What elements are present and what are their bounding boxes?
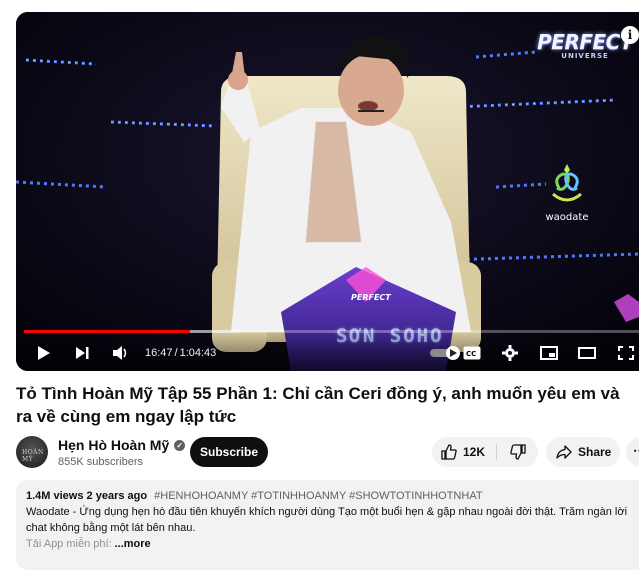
- theater-mode-button[interactable]: [577, 343, 597, 363]
- play-button[interactable]: [34, 343, 54, 363]
- svg-text:PERFECT: PERFECT: [351, 293, 391, 302]
- duration: 1:04:43: [179, 347, 217, 359]
- logo-main-text: PERFECT: [537, 30, 633, 54]
- channel-name-link[interactable]: Hẹn Hò Hoàn Mỹ ✓: [58, 437, 186, 453]
- settings-button[interactable]: [500, 343, 520, 363]
- view-count: 1.4M views: [26, 490, 84, 502]
- thumbs-down-icon: [510, 444, 526, 460]
- fullscreen-button[interactable]: [616, 343, 636, 363]
- volume-button[interactable]: [111, 343, 131, 363]
- description-text: Waodate - Ứng dụng hẹn hò đầu tiên khuyế…: [26, 506, 628, 534]
- description-truncated-line: Tải App miễn phí: ...more: [26, 536, 639, 552]
- more-actions-button[interactable]: ⋯: [626, 437, 639, 467]
- time-display: 16:47/1:04:43: [145, 347, 216, 359]
- description-line3: Tải App miễn phí:: [26, 538, 112, 550]
- dislike-button[interactable]: [498, 437, 538, 467]
- skip-next-icon: [76, 347, 89, 359]
- like-dislike-group: 12K: [432, 437, 538, 467]
- player-controls: 16:47/1:04:43 CC: [16, 331, 639, 371]
- video-player[interactable]: PERFECT PERFECT UNIVERSE i waodate SƠN S…: [16, 12, 639, 371]
- info-icon: i: [627, 28, 633, 42]
- show-more-button[interactable]: ...more: [115, 538, 151, 550]
- info-button[interactable]: i: [621, 26, 639, 44]
- gear-icon: [502, 345, 518, 361]
- sponsor-emblem-icon: [552, 164, 582, 202]
- hashtags[interactable]: #HENHOHOANMY #TOTINHHOANMY #SHOWTOTINHHO…: [154, 490, 482, 502]
- sponsor-logo: waodate: [543, 162, 591, 223]
- like-count: 12K: [463, 445, 486, 459]
- share-button[interactable]: Share: [546, 437, 620, 467]
- sponsor-text: waodate: [545, 212, 589, 223]
- miniplayer-icon: [540, 346, 558, 360]
- upload-age: 2 years ago: [86, 490, 148, 502]
- fullscreen-icon: [618, 346, 634, 360]
- next-button[interactable]: [72, 343, 92, 363]
- video-title: Tỏ Tình Hoàn Mỹ Tập 55 Phần 1: Chỉ cần C…: [16, 384, 620, 426]
- more-dots-icon: ⋯: [633, 443, 639, 459]
- theater-mode-icon: [578, 347, 596, 359]
- like-button[interactable]: 12K: [432, 437, 496, 467]
- subscribe-button[interactable]: Subscribe: [190, 437, 268, 467]
- play-icon: [38, 346, 50, 360]
- channel-avatar[interactable]: HOÀN MỸ: [16, 436, 48, 468]
- closed-captions-icon: CC: [463, 346, 481, 360]
- time-separator: /: [174, 347, 178, 359]
- share-arrow-icon: [556, 445, 572, 459]
- verified-badge-icon: ✓: [174, 439, 186, 451]
- miniplayer-button[interactable]: [539, 343, 559, 363]
- current-time: 16:47: [145, 347, 173, 359]
- description-box[interactable]: 1.4M views 2 years ago #HENHOHOANMY #TOT…: [16, 480, 639, 570]
- volume-icon: [113, 346, 127, 360]
- subscriber-count: 855K subscribers: [58, 456, 143, 468]
- svg-text:CC: CC: [466, 350, 476, 358]
- subtitles-button[interactable]: CC: [462, 343, 482, 363]
- channel-logo-watermark: PERFECT UNIVERSE: [537, 30, 633, 60]
- autoplay-toggle[interactable]: [430, 346, 460, 360]
- like-divider: [496, 444, 497, 460]
- autoplay-knob: [446, 346, 460, 360]
- description-meta: 1.4M views 2 years ago #HENHOHOANMY #TOT…: [26, 488, 639, 504]
- autoplay-play-icon: [450, 349, 457, 357]
- avatar-logo-text: HOÀN MỸ: [22, 449, 44, 463]
- thumbs-up-icon: [441, 444, 457, 460]
- channel-name: Hẹn Hò Hoàn Mỹ: [58, 437, 170, 453]
- share-label: Share: [578, 445, 612, 459]
